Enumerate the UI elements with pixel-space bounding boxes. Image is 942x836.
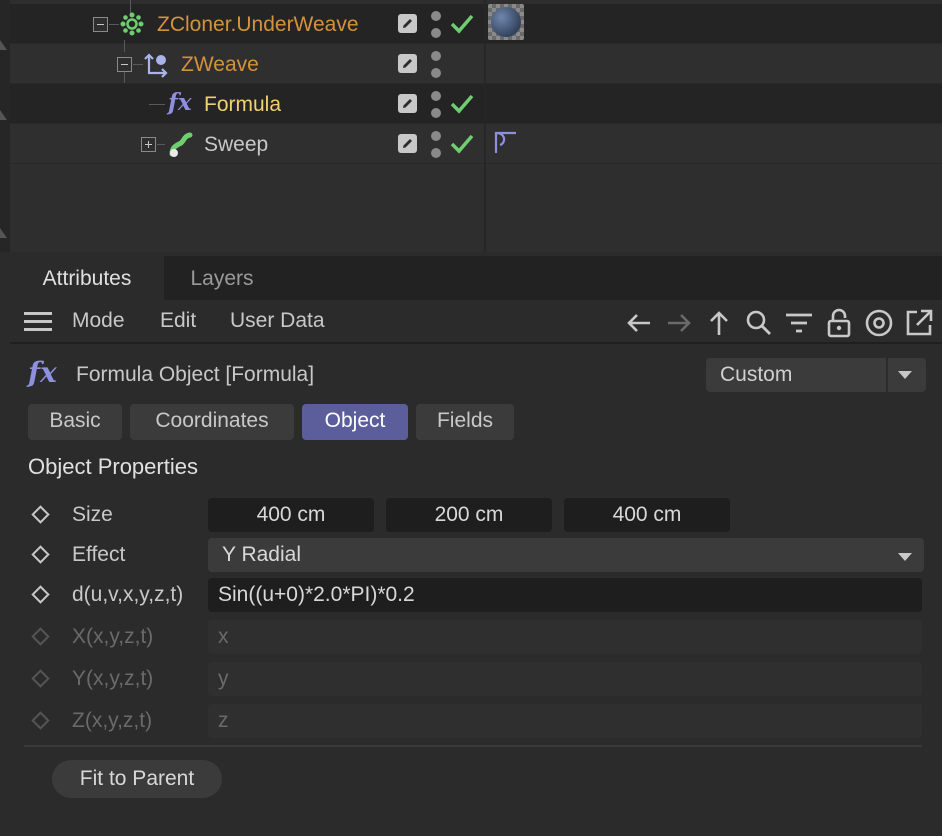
enabled-check-icon[interactable]: [450, 93, 474, 115]
expand-toggle[interactable]: [141, 137, 156, 152]
tab-attributes[interactable]: Attributes: [10, 256, 164, 300]
new-window-icon[interactable]: [904, 308, 934, 338]
editor-visibility-icon[interactable]: [398, 134, 417, 153]
menu-mode[interactable]: Mode: [72, 309, 125, 333]
prop-effect: Effect Y Radial: [28, 538, 924, 574]
search-icon[interactable]: [744, 308, 774, 338]
size-y-field[interactable]: 200 cm: [386, 498, 552, 532]
manager-tabbar: Attributes Layers: [10, 256, 942, 300]
column-divider[interactable]: [484, 0, 486, 252]
attributes-menubar: Mode Edit User Data: [10, 300, 942, 344]
menu-edit[interactable]: Edit: [160, 309, 196, 333]
y-function-input: y: [208, 662, 922, 696]
hamburger-menu-icon[interactable]: [24, 312, 52, 332]
size-x-field[interactable]: 400 cm: [208, 498, 374, 532]
object-name[interactable]: Sweep: [204, 133, 268, 157]
chevron-down-icon: [898, 553, 912, 561]
material-tag-icon[interactable]: [488, 4, 524, 40]
object-manager: ZCloner.UnderWeave ZWeave fx Formula Swe…: [0, 0, 942, 252]
keyframe-diamond-icon: [31, 669, 50, 688]
keyframe-diamond-icon[interactable]: [31, 585, 50, 604]
tab-fields[interactable]: Fields: [416, 404, 514, 440]
prop-x-function: X(x,y,z,t) x: [28, 620, 924, 656]
collapse-toggle[interactable]: [117, 57, 132, 72]
back-arrow-icon[interactable]: [624, 308, 654, 338]
prop-label: Y(x,y,z,t): [72, 667, 154, 690]
tab-object[interactable]: Object: [302, 404, 408, 440]
enabled-check-icon[interactable]: [450, 133, 474, 155]
keyframe-diamond-icon[interactable]: [31, 545, 50, 564]
prop-label: Effect: [72, 543, 126, 566]
editor-visibility-icon[interactable]: [398, 54, 417, 73]
z-function-input: z: [208, 704, 922, 738]
sweep-icon: [168, 132, 193, 157]
tab-layers[interactable]: Layers: [164, 256, 280, 300]
prop-label: Size: [72, 503, 113, 526]
object-row-sweep[interactable]: Sweep: [10, 124, 942, 164]
editor-visibility-icon[interactable]: [398, 14, 417, 33]
prop-z-function: Z(x,y,z,t) z: [28, 704, 924, 740]
object-row-formula[interactable]: fx Formula: [10, 84, 942, 124]
prop-size: Size 400 cm 200 cm 400 cm: [28, 498, 924, 534]
divider: [24, 745, 922, 747]
prop-d-function: d(u,v,x,y,z,t) Sin((u+0)*2.0*PI)*0.2: [28, 578, 924, 614]
object-row-zcloner[interactable]: ZCloner.UnderWeave: [10, 0, 942, 44]
effect-dropdown[interactable]: Y Radial: [208, 538, 924, 572]
tab-coordinates[interactable]: Coordinates: [130, 404, 294, 440]
prop-label: Z(x,y,z,t): [72, 709, 153, 732]
object-name[interactable]: Formula: [204, 93, 281, 117]
prop-label: d(u,v,x,y,z,t): [72, 583, 184, 606]
preset-dropdown-value: Custom: [720, 363, 793, 386]
target-icon[interactable]: [864, 308, 894, 338]
visibility-dots[interactable]: [431, 44, 441, 84]
keyframe-diamond-icon: [31, 711, 50, 730]
chevron-down-icon: [898, 371, 912, 379]
menu-user-data[interactable]: User Data: [230, 309, 325, 333]
keyframe-diamond-icon[interactable]: [31, 505, 50, 524]
cloner-icon: [120, 12, 144, 36]
size-z-field[interactable]: 400 cm: [564, 498, 730, 532]
section-title: Object Properties: [28, 454, 198, 479]
phong-tag-icon[interactable]: [492, 129, 520, 155]
object-name[interactable]: ZCloner.UnderWeave: [157, 13, 359, 37]
tab-basic[interactable]: Basic: [28, 404, 122, 440]
editor-visibility-icon[interactable]: [398, 94, 417, 113]
x-function-input: x: [208, 620, 922, 654]
formula-icon: fx: [168, 89, 192, 116]
object-row-zweave[interactable]: ZWeave: [10, 40, 942, 124]
keyframe-diamond-icon: [31, 627, 50, 646]
weave-icon: [144, 52, 168, 78]
preset-dropdown[interactable]: Custom: [706, 358, 926, 392]
enabled-check-icon[interactable]: [450, 13, 474, 35]
collapse-toggle[interactable]: [93, 17, 108, 32]
formula-icon: fx: [28, 356, 57, 389]
filter-icon[interactable]: [784, 308, 814, 338]
d-function-input[interactable]: Sin((u+0)*2.0*PI)*0.2: [208, 578, 922, 612]
prop-label: X(x,y,z,t): [72, 625, 154, 648]
attributes-content: fx Formula Object [Formula] Custom Basic…: [10, 346, 942, 836]
up-arrow-icon[interactable]: [704, 308, 734, 338]
object-title: Formula Object [Formula]: [76, 363, 315, 386]
prop-y-function: Y(x,y,z,t) y: [28, 662, 924, 698]
forward-arrow-icon[interactable]: [664, 308, 694, 338]
visibility-dots[interactable]: [431, 124, 441, 164]
lock-icon[interactable]: [824, 308, 854, 338]
visibility-dots[interactable]: [431, 84, 441, 124]
effect-value: Y Radial: [222, 543, 301, 566]
object-name[interactable]: ZWeave: [181, 53, 259, 77]
fit-to-parent-button[interactable]: Fit to Parent: [52, 760, 222, 798]
visibility-dots[interactable]: [431, 4, 441, 44]
panel-edge: [0, 0, 10, 252]
